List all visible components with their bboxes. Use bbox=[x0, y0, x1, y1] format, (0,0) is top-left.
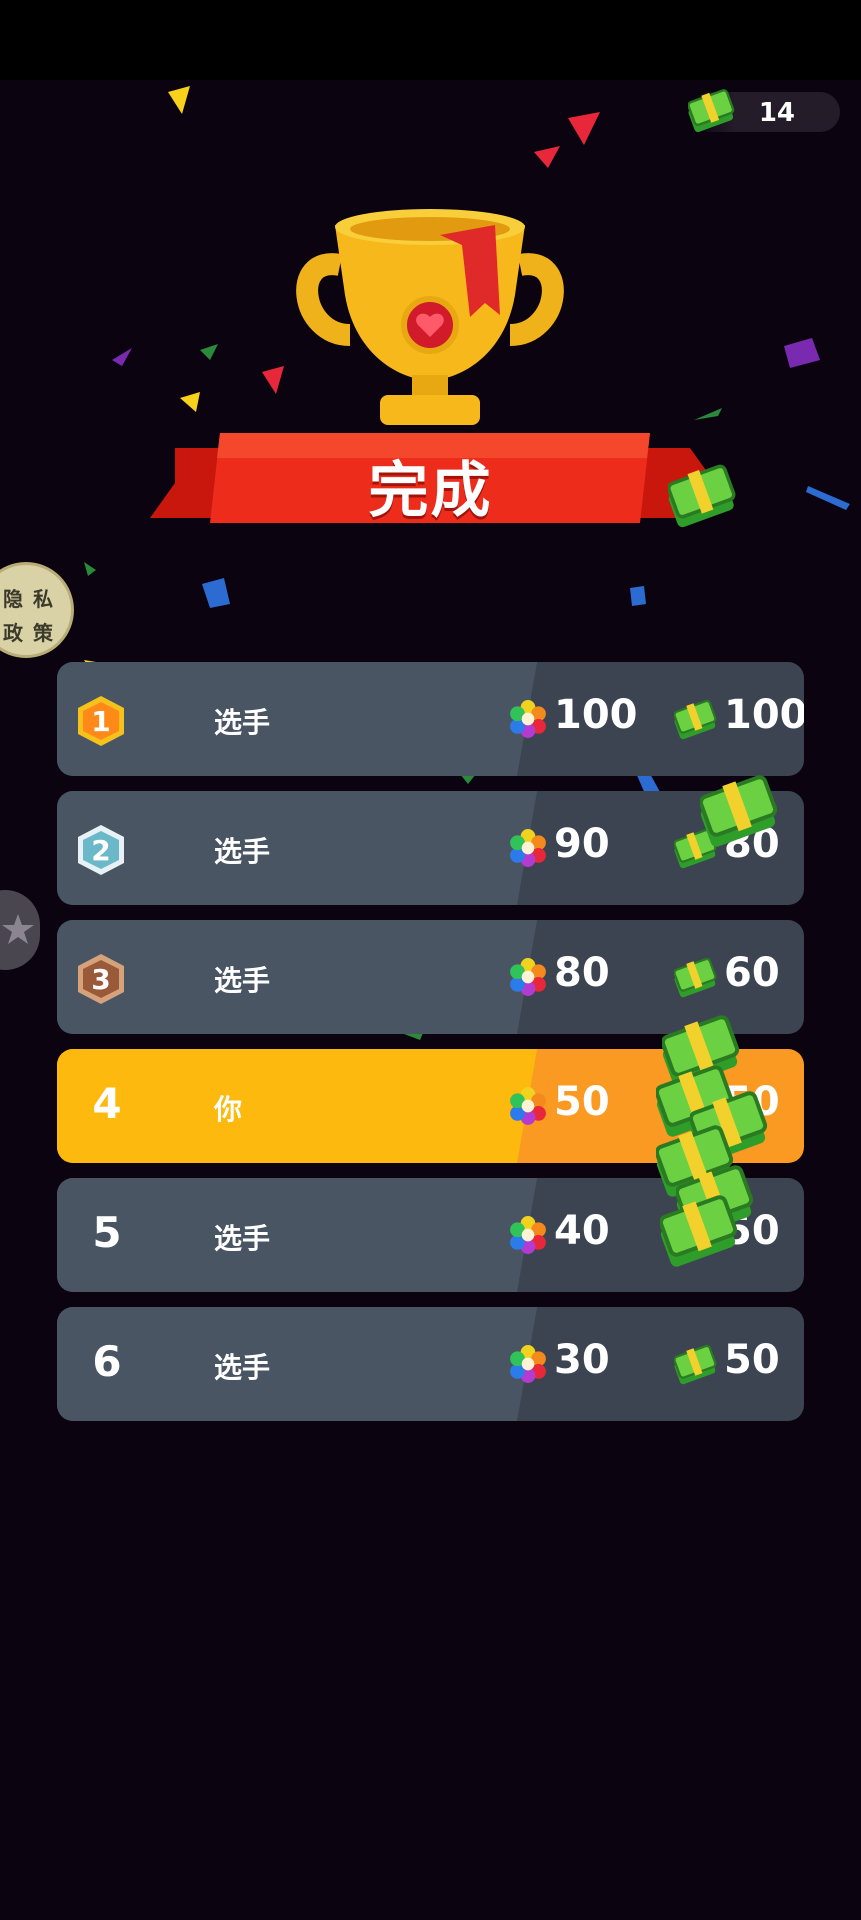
cash-icon bbox=[674, 956, 718, 999]
player-score: 90 bbox=[554, 821, 610, 867]
cash-stack-icon bbox=[660, 1193, 739, 1270]
player-reward: 100 bbox=[724, 692, 804, 738]
rank-number: 2 bbox=[91, 834, 110, 867]
flower-score-icon bbox=[510, 829, 546, 867]
cash-icon bbox=[674, 698, 718, 741]
cash-icon bbox=[668, 463, 737, 530]
player-name: 选手 bbox=[214, 964, 271, 997]
rank-badge-icon: 1 bbox=[78, 696, 124, 746]
rank-number: 5 bbox=[92, 1208, 122, 1257]
player-score: 100 bbox=[554, 692, 638, 738]
rank-number: 4 bbox=[92, 1079, 122, 1128]
privacy-char: 政 bbox=[3, 621, 23, 645]
cash-icon bbox=[674, 1343, 718, 1386]
flower-score-icon bbox=[510, 1216, 546, 1254]
rank-badge-icon: 2 bbox=[78, 825, 124, 875]
player-score: 80 bbox=[554, 950, 610, 996]
player-score: 40 bbox=[554, 1208, 610, 1254]
flower-score-icon bbox=[510, 1345, 546, 1383]
cash-stack-icon bbox=[700, 773, 779, 850]
player-reward: 60 bbox=[724, 950, 780, 996]
leaderboard-row: 6 选手 30 50 bbox=[57, 1307, 804, 1421]
rank-badge-icon: 3 bbox=[78, 954, 124, 1004]
player-reward: 50 bbox=[724, 1337, 780, 1383]
leaderboard-row: 2 选手 90 80 bbox=[57, 791, 804, 905]
privacy-char: 隐 bbox=[3, 587, 23, 611]
player-name: 选手 bbox=[214, 1222, 271, 1255]
privacy-char: 策 bbox=[33, 621, 53, 645]
star-icon bbox=[2, 914, 34, 944]
rank-number: 3 bbox=[91, 963, 110, 996]
flower-score-icon bbox=[510, 700, 546, 738]
flower-score-icon bbox=[510, 1087, 546, 1125]
player-score: 50 bbox=[554, 1079, 610, 1125]
player-score: 30 bbox=[554, 1337, 610, 1383]
player-name: 你 bbox=[214, 1093, 243, 1126]
player-name: 选手 bbox=[214, 835, 271, 868]
rank-number: 6 bbox=[92, 1337, 122, 1386]
leaderboard-row: 1 选手 100 100 bbox=[57, 662, 804, 776]
privacy-char: 私 bbox=[33, 587, 53, 611]
player-name: 选手 bbox=[214, 1351, 271, 1384]
trophy-icon bbox=[296, 209, 564, 425]
player-name: 选手 bbox=[214, 706, 271, 739]
flower-score-icon bbox=[510, 958, 546, 996]
rank-number: 1 bbox=[91, 705, 110, 738]
